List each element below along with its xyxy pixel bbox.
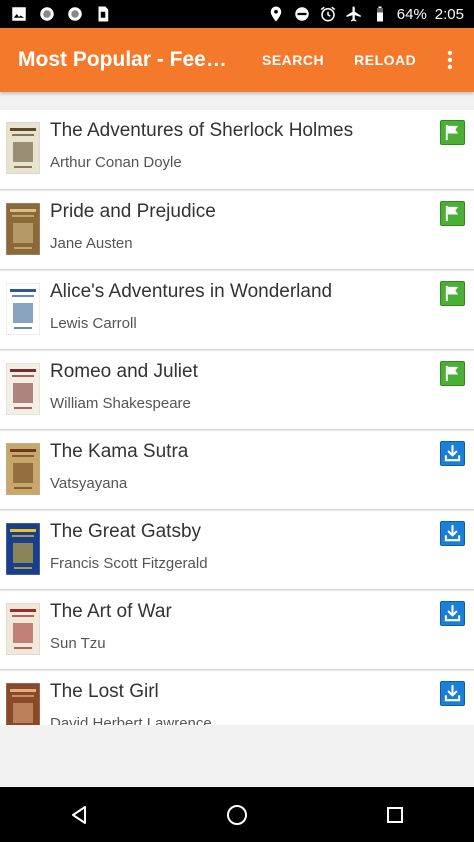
book-title: The Kama Sutra xyxy=(50,441,189,462)
circle-icon xyxy=(38,5,56,23)
book-cover-image xyxy=(5,362,41,416)
book-title: The Great Gatsby xyxy=(50,521,202,542)
flag-icon[interactable] xyxy=(440,281,465,306)
book-list-item[interactable]: The Kama Sutra Vatsyayana xyxy=(0,430,474,510)
book-list-item[interactable]: The Art of War Sun Tzu xyxy=(0,590,474,670)
circle-icon xyxy=(66,5,84,23)
download-icon[interactable] xyxy=(440,681,465,706)
book-title: Romeo and Juliet xyxy=(50,361,198,382)
alarm-icon xyxy=(319,5,337,23)
book-title: Pride and Prejudice xyxy=(50,201,216,222)
image-icon xyxy=(10,5,28,23)
book-title: The Art of War xyxy=(50,601,172,622)
book-cover-image xyxy=(5,282,41,336)
page-title: Most Popular - Fee… xyxy=(18,48,227,71)
book-cover-image xyxy=(5,442,41,496)
flag-icon[interactable] xyxy=(440,201,465,226)
download-icon[interactable] xyxy=(440,521,465,546)
status-bar: 64% 2:05 xyxy=(0,0,474,28)
book-list-item[interactable]: Romeo and Juliet William Shakespeare xyxy=(0,350,474,430)
book-title: The Lost Girl xyxy=(50,681,159,702)
book-cover-image xyxy=(5,682,41,725)
book-cover-image xyxy=(5,522,41,576)
book-author: David Herbert Lawrence xyxy=(50,715,212,725)
status-left-icons xyxy=(10,5,112,23)
book-cover-image xyxy=(5,202,41,256)
battery-icon xyxy=(371,5,389,23)
clock: 2:05 xyxy=(434,5,464,23)
book-title: The Adventures of Sherlock Holmes xyxy=(50,120,354,141)
app-bar-actions: SEARCH RELOAD xyxy=(262,48,462,72)
book-list-item[interactable]: The Great Gatsby Francis Scott Fitzgerald xyxy=(0,510,474,590)
book-cover-image xyxy=(5,602,41,656)
location-icon xyxy=(267,5,285,23)
home-icon[interactable] xyxy=(217,795,257,835)
book-cover-image xyxy=(5,121,41,175)
book-author: Lewis Carroll xyxy=(50,315,137,332)
book-author: William Shakespeare xyxy=(50,395,191,412)
book-author: Jane Austen xyxy=(50,235,133,252)
back-icon[interactable] xyxy=(59,795,99,835)
battery-percent: 64% xyxy=(396,5,427,23)
flag-icon[interactable] xyxy=(440,120,465,145)
book-title: Alice's Adventures in Wonderland xyxy=(50,281,333,302)
dnd-icon xyxy=(293,5,311,23)
download-icon[interactable] xyxy=(440,601,465,626)
book-author: Sun Tzu xyxy=(50,635,106,652)
book-list: The Adventures of Sherlock Holmes Arthur … xyxy=(0,92,474,725)
book-author: Francis Scott Fitzgerald xyxy=(50,555,208,572)
book-list-item[interactable]: The Lost Girl David Herbert Lawrence xyxy=(0,670,474,725)
app-bar: Most Popular - Fee… SEARCH RELOAD xyxy=(0,28,474,92)
sd-card-icon xyxy=(94,5,112,23)
book-list-item[interactable]: Alice's Adventures in Wonderland Lewis Ca… xyxy=(0,270,474,350)
status-right-icons: 64% 2:05 xyxy=(267,5,464,23)
download-icon[interactable] xyxy=(440,441,465,466)
search-button[interactable]: SEARCH xyxy=(262,52,324,68)
reload-button[interactable]: RELOAD xyxy=(354,52,416,68)
recents-icon[interactable] xyxy=(375,795,415,835)
book-author: Vatsyayana xyxy=(50,475,128,492)
book-author: Arthur Conan Doyle xyxy=(50,154,182,171)
navigation-bar xyxy=(0,787,474,842)
more-vert-icon[interactable] xyxy=(438,48,462,72)
flag-icon[interactable] xyxy=(440,361,465,386)
book-list-item[interactable]: The Adventures of Sherlock Holmes Arthur … xyxy=(0,110,474,190)
list-empty-area xyxy=(0,725,474,787)
book-list-item[interactable]: Pride and Prejudice Jane Austen xyxy=(0,190,474,270)
airplane-icon xyxy=(345,5,363,23)
list-top-spacer xyxy=(0,92,474,110)
